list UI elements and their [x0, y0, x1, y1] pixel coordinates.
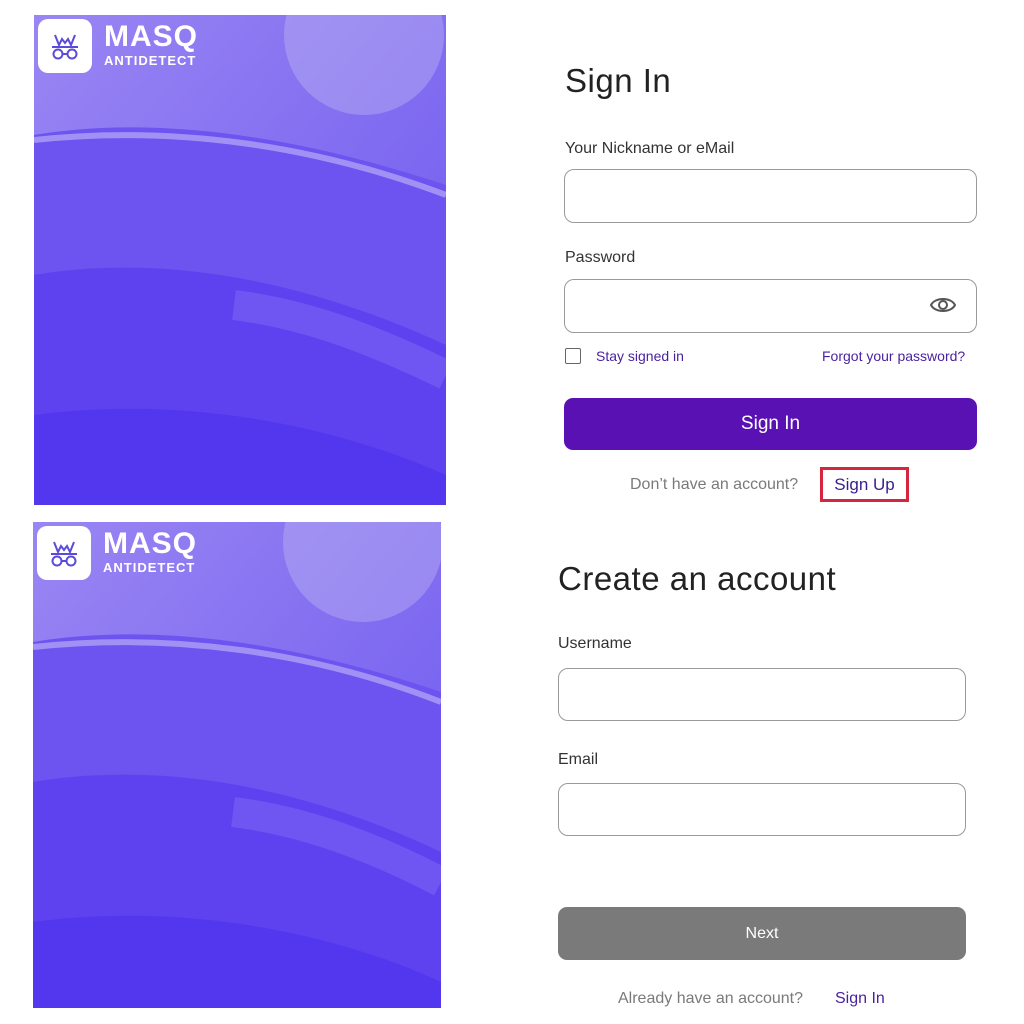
brand-name: MASQ [103, 527, 197, 560]
have-account-text: Already have an account? [618, 990, 804, 1007]
hero-waves [34, 15, 446, 505]
brand-subtitle: ANTIDETECT [104, 53, 197, 68]
password-input[interactable] [564, 279, 977, 333]
forgot-password-link[interactable]: Forgot your password? [822, 348, 965, 364]
brand-name: MASQ [104, 20, 198, 53]
stay-signed-in-label[interactable]: Stay signed in [596, 348, 684, 364]
nickname-input[interactable] [564, 169, 977, 223]
username-input[interactable] [558, 668, 966, 721]
incognito-glasses-icon [51, 541, 77, 567]
incognito-glasses-icon [52, 34, 78, 60]
nickname-label: Your Nickname or eMail [565, 140, 735, 157]
brand-subtitle: ANTIDETECT [103, 560, 196, 575]
email-label: Email [558, 751, 599, 768]
signup-title: Create an account [558, 560, 837, 597]
stay-signed-in-checkbox[interactable] [565, 348, 581, 364]
signin-title: Sign In [565, 62, 672, 99]
next-button[interactable]: Next [558, 907, 966, 960]
sign-in-link[interactable]: Sign In [835, 990, 885, 1008]
eye-icon[interactable] [930, 294, 956, 316]
sign-in-button[interactable]: Sign In [564, 398, 977, 450]
hero-panel-bottom: MASQ ANTIDETECT [33, 522, 441, 1008]
hero-panel-top: MASQ ANTIDETECT [34, 15, 446, 505]
brand-logo-text: MASQ ANTIDETECT [103, 529, 197, 576]
password-label: Password [565, 249, 636, 266]
logo-badge [37, 526, 91, 580]
brand-logo-text: MASQ ANTIDETECT [104, 22, 198, 69]
hero-waves [33, 522, 441, 1008]
no-account-text: Don’t have an account? [630, 476, 799, 493]
sign-up-link[interactable]: Sign Up [820, 467, 909, 502]
email-input[interactable] [558, 783, 966, 836]
username-label: Username [558, 635, 632, 652]
logo-badge [38, 19, 92, 73]
